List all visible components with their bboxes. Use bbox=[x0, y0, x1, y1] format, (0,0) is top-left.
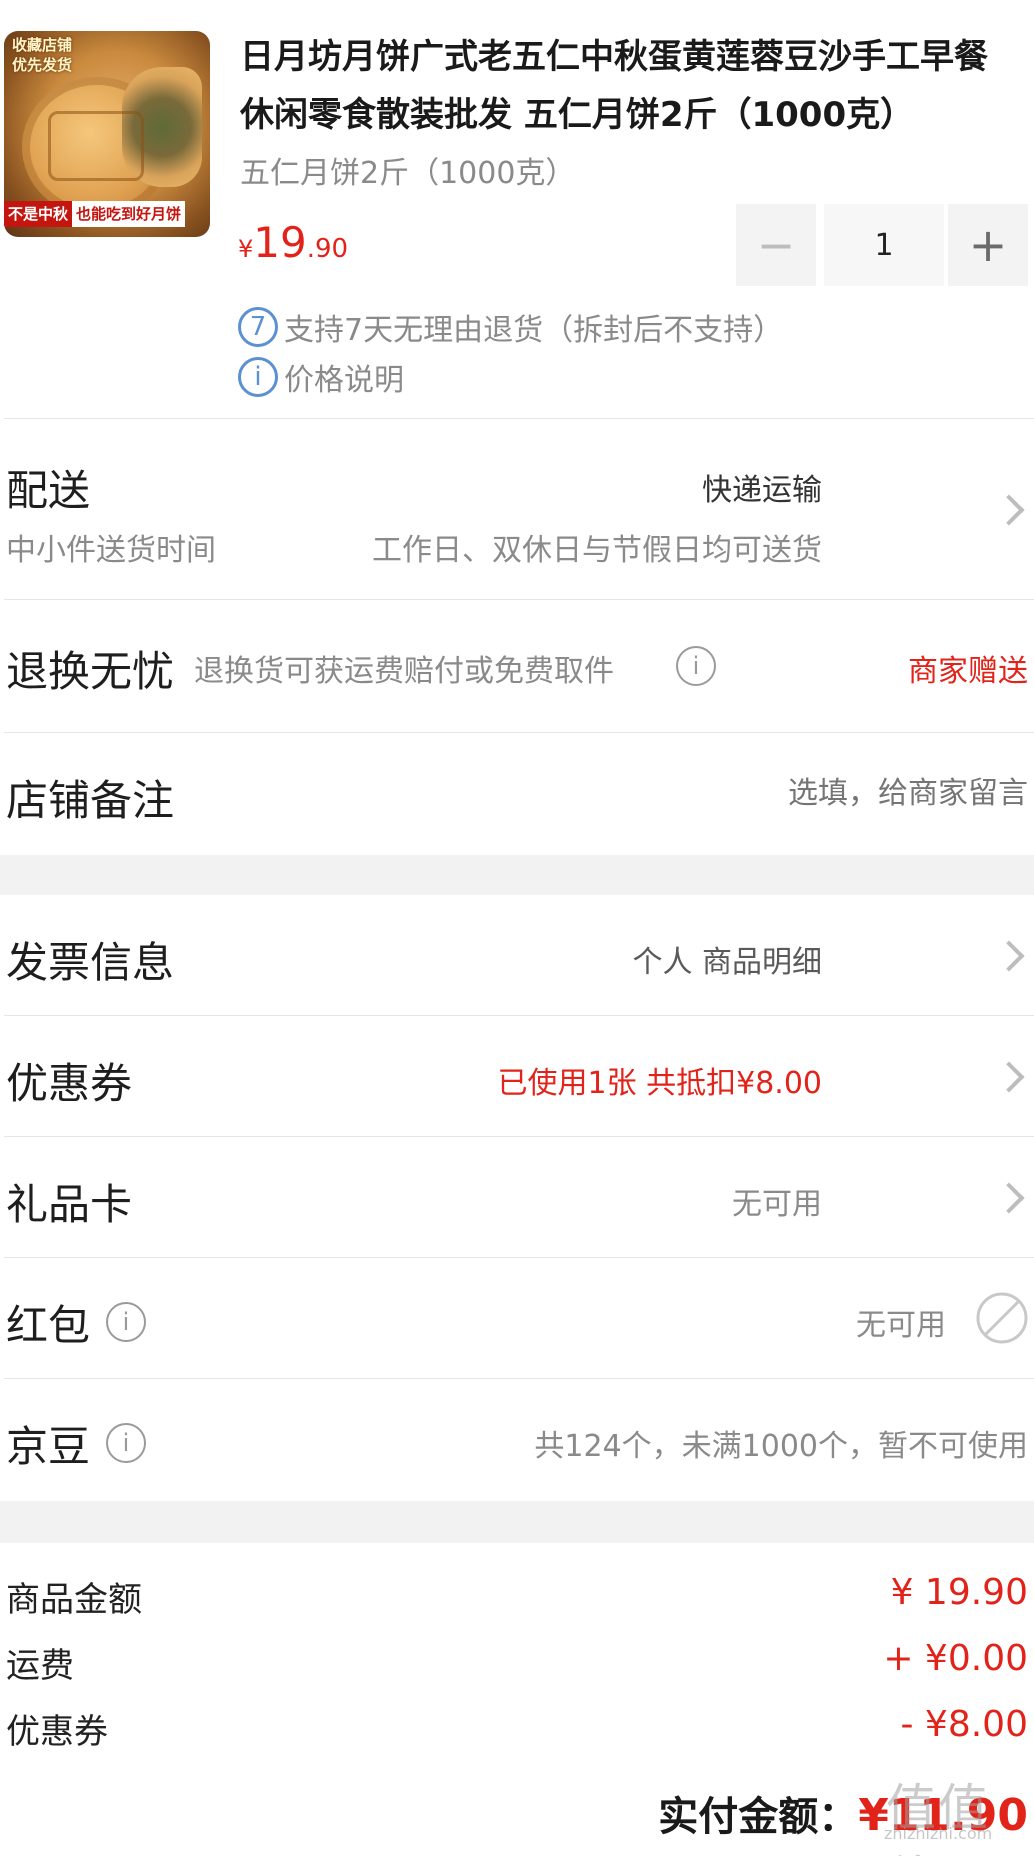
delivery-row[interactable]: 配送 快递运输 中小件送货时间 工作日、双休日与节假日均可送货 bbox=[0, 419, 1034, 599]
quantity-stepper: − 1 + bbox=[736, 204, 1028, 286]
store-note-row: 店铺备注 bbox=[0, 733, 1034, 855]
info-icon[interactable]: i bbox=[676, 646, 716, 686]
price-decimal: .90 bbox=[306, 234, 349, 264]
jd-beans-value: 共124个，未满1000个，暂不可使用 bbox=[534, 1429, 1028, 1464]
price-info-link[interactable]: i 价格说明 bbox=[238, 355, 404, 399]
image-tag-bottom-red: 不是中秋 bbox=[4, 201, 73, 227]
product-price: ¥19.90 bbox=[238, 218, 348, 267]
return-worry-free-desc: 退换货可获运费赔付或免费取件 bbox=[194, 654, 614, 689]
summary-coupon-label: 优惠券 bbox=[6, 1712, 108, 1752]
product-spec: 五仁月饼2斤（1000克） bbox=[240, 156, 576, 191]
coupon-value: 已使用1张 共抵扣¥8.00 bbox=[497, 1066, 822, 1101]
return-policy-text: 支持7天无理由退货（拆封后不支持） bbox=[284, 313, 784, 348]
summary-coupon-value: - ¥8.00 bbox=[900, 1704, 1029, 1745]
red-packet-label: 红包 bbox=[6, 1301, 91, 1350]
image-tag-top: 收藏店铺 优先发货 bbox=[12, 35, 72, 75]
price-info-text: 价格说明 bbox=[284, 363, 404, 398]
return-policy: 7 支持7天无理由退货（拆封后不支持） bbox=[238, 305, 783, 349]
image-tag-top-line2: 优先发货 bbox=[12, 56, 73, 74]
shipping-value: + ¥0.00 bbox=[883, 1638, 1028, 1679]
chevron-right-icon bbox=[994, 937, 1030, 973]
product-title[interactable]: 日月坊月饼广式老五仁中秋蛋黄莲蓉豆沙手工早餐休闲零食散装批发 五仁月饼2斤（10… bbox=[240, 28, 1010, 144]
chevron-right-icon bbox=[994, 1179, 1030, 1215]
red-packet-value: 无可用 bbox=[856, 1308, 946, 1343]
return-worry-free-label: 退换无忧 bbox=[6, 647, 175, 696]
summary-goods: 商品金额 ¥ 19.90 bbox=[0, 1572, 1034, 1622]
summary-coupon: 优惠券 - ¥8.00 bbox=[0, 1704, 1034, 1754]
disabled-circle-icon bbox=[976, 1292, 1028, 1344]
gift-card-value: 无可用 bbox=[732, 1187, 822, 1222]
image-tag-bottom: 不是中秋 也能吃到好月饼 bbox=[4, 201, 186, 227]
invoice-value: 个人 商品明细 bbox=[632, 945, 822, 980]
decrease-button[interactable]: − bbox=[736, 204, 816, 286]
price-symbol: ¥ bbox=[238, 235, 254, 263]
delivery-sub-label: 中小件送货时间 bbox=[6, 533, 216, 568]
delivery-method: 快递运输 bbox=[702, 473, 822, 508]
delivery-label: 配送 bbox=[6, 466, 91, 515]
goods-amount-value: ¥ 19.90 bbox=[890, 1572, 1028, 1613]
info-icon: i bbox=[238, 357, 278, 397]
total-payable: 实付金额：¥11.90 bbox=[658, 1784, 1028, 1842]
jd-beans-label: 京豆 bbox=[6, 1422, 91, 1471]
mooncake-stamp-graphic bbox=[48, 111, 144, 181]
store-note-label: 店铺备注 bbox=[6, 776, 175, 825]
jd-beans-row: 京豆 i 共124个，未满1000个，暂不可使用 bbox=[0, 1379, 1034, 1501]
return-worry-free-value: 商家赠送 bbox=[908, 654, 1028, 689]
coupon-row[interactable]: 优惠券 已使用1张 共抵扣¥8.00 bbox=[0, 1016, 1034, 1136]
gift-card-row[interactable]: 礼品卡 无可用 bbox=[0, 1137, 1034, 1257]
delivery-sub-value: 工作日、双休日与节假日均可送货 bbox=[372, 533, 822, 568]
red-packet-row: 红包 i 无可用 bbox=[0, 1258, 1034, 1378]
goods-amount-label: 商品金额 bbox=[6, 1580, 142, 1620]
return-worry-free-row[interactable]: 退换无忧 退换货可获运费赔付或免费取件 i 商家赠送 bbox=[0, 600, 1034, 732]
price-integer: 19 bbox=[253, 218, 307, 267]
order-confirm-page: 收藏店铺 优先发货 不是中秋 也能吃到好月饼 日月坊月饼广式老五仁中秋蛋黄莲蓉豆… bbox=[0, 0, 1034, 1856]
total-value: ¥11.90 bbox=[858, 1790, 1028, 1841]
section-gap bbox=[0, 1501, 1034, 1543]
quantity-input[interactable]: 1 bbox=[824, 204, 944, 286]
chevron-right-icon bbox=[994, 491, 1030, 527]
coupon-label: 优惠券 bbox=[6, 1059, 133, 1108]
product-image[interactable]: 收藏店铺 优先发货 不是中秋 也能吃到好月饼 bbox=[4, 31, 210, 237]
shipping-label: 运费 bbox=[6, 1646, 74, 1686]
info-icon[interactable]: i bbox=[106, 1302, 146, 1342]
section-gap bbox=[0, 855, 1034, 895]
invoice-label: 发票信息 bbox=[6, 938, 175, 987]
increase-button[interactable]: + bbox=[948, 204, 1028, 286]
seven-day-return-icon: 7 bbox=[238, 307, 278, 347]
summary-shipping: 运费 + ¥0.00 bbox=[0, 1638, 1034, 1688]
info-icon[interactable]: i bbox=[106, 1423, 146, 1463]
product-card: 收藏店铺 优先发货 不是中秋 也能吃到好月饼 日月坊月饼广式老五仁中秋蛋黄莲蓉豆… bbox=[0, 0, 1034, 418]
invoice-row[interactable]: 发票信息 个人 商品明细 bbox=[0, 895, 1034, 1015]
chevron-right-icon bbox=[994, 1058, 1030, 1094]
image-tag-bottom-white: 也能吃到好月饼 bbox=[72, 201, 186, 227]
total-label: 实付金额： bbox=[658, 1794, 859, 1840]
image-tag-top-line1: 收藏店铺 bbox=[12, 36, 73, 54]
gift-card-label: 礼品卡 bbox=[6, 1180, 133, 1229]
store-note-input[interactable] bbox=[508, 769, 1028, 817]
